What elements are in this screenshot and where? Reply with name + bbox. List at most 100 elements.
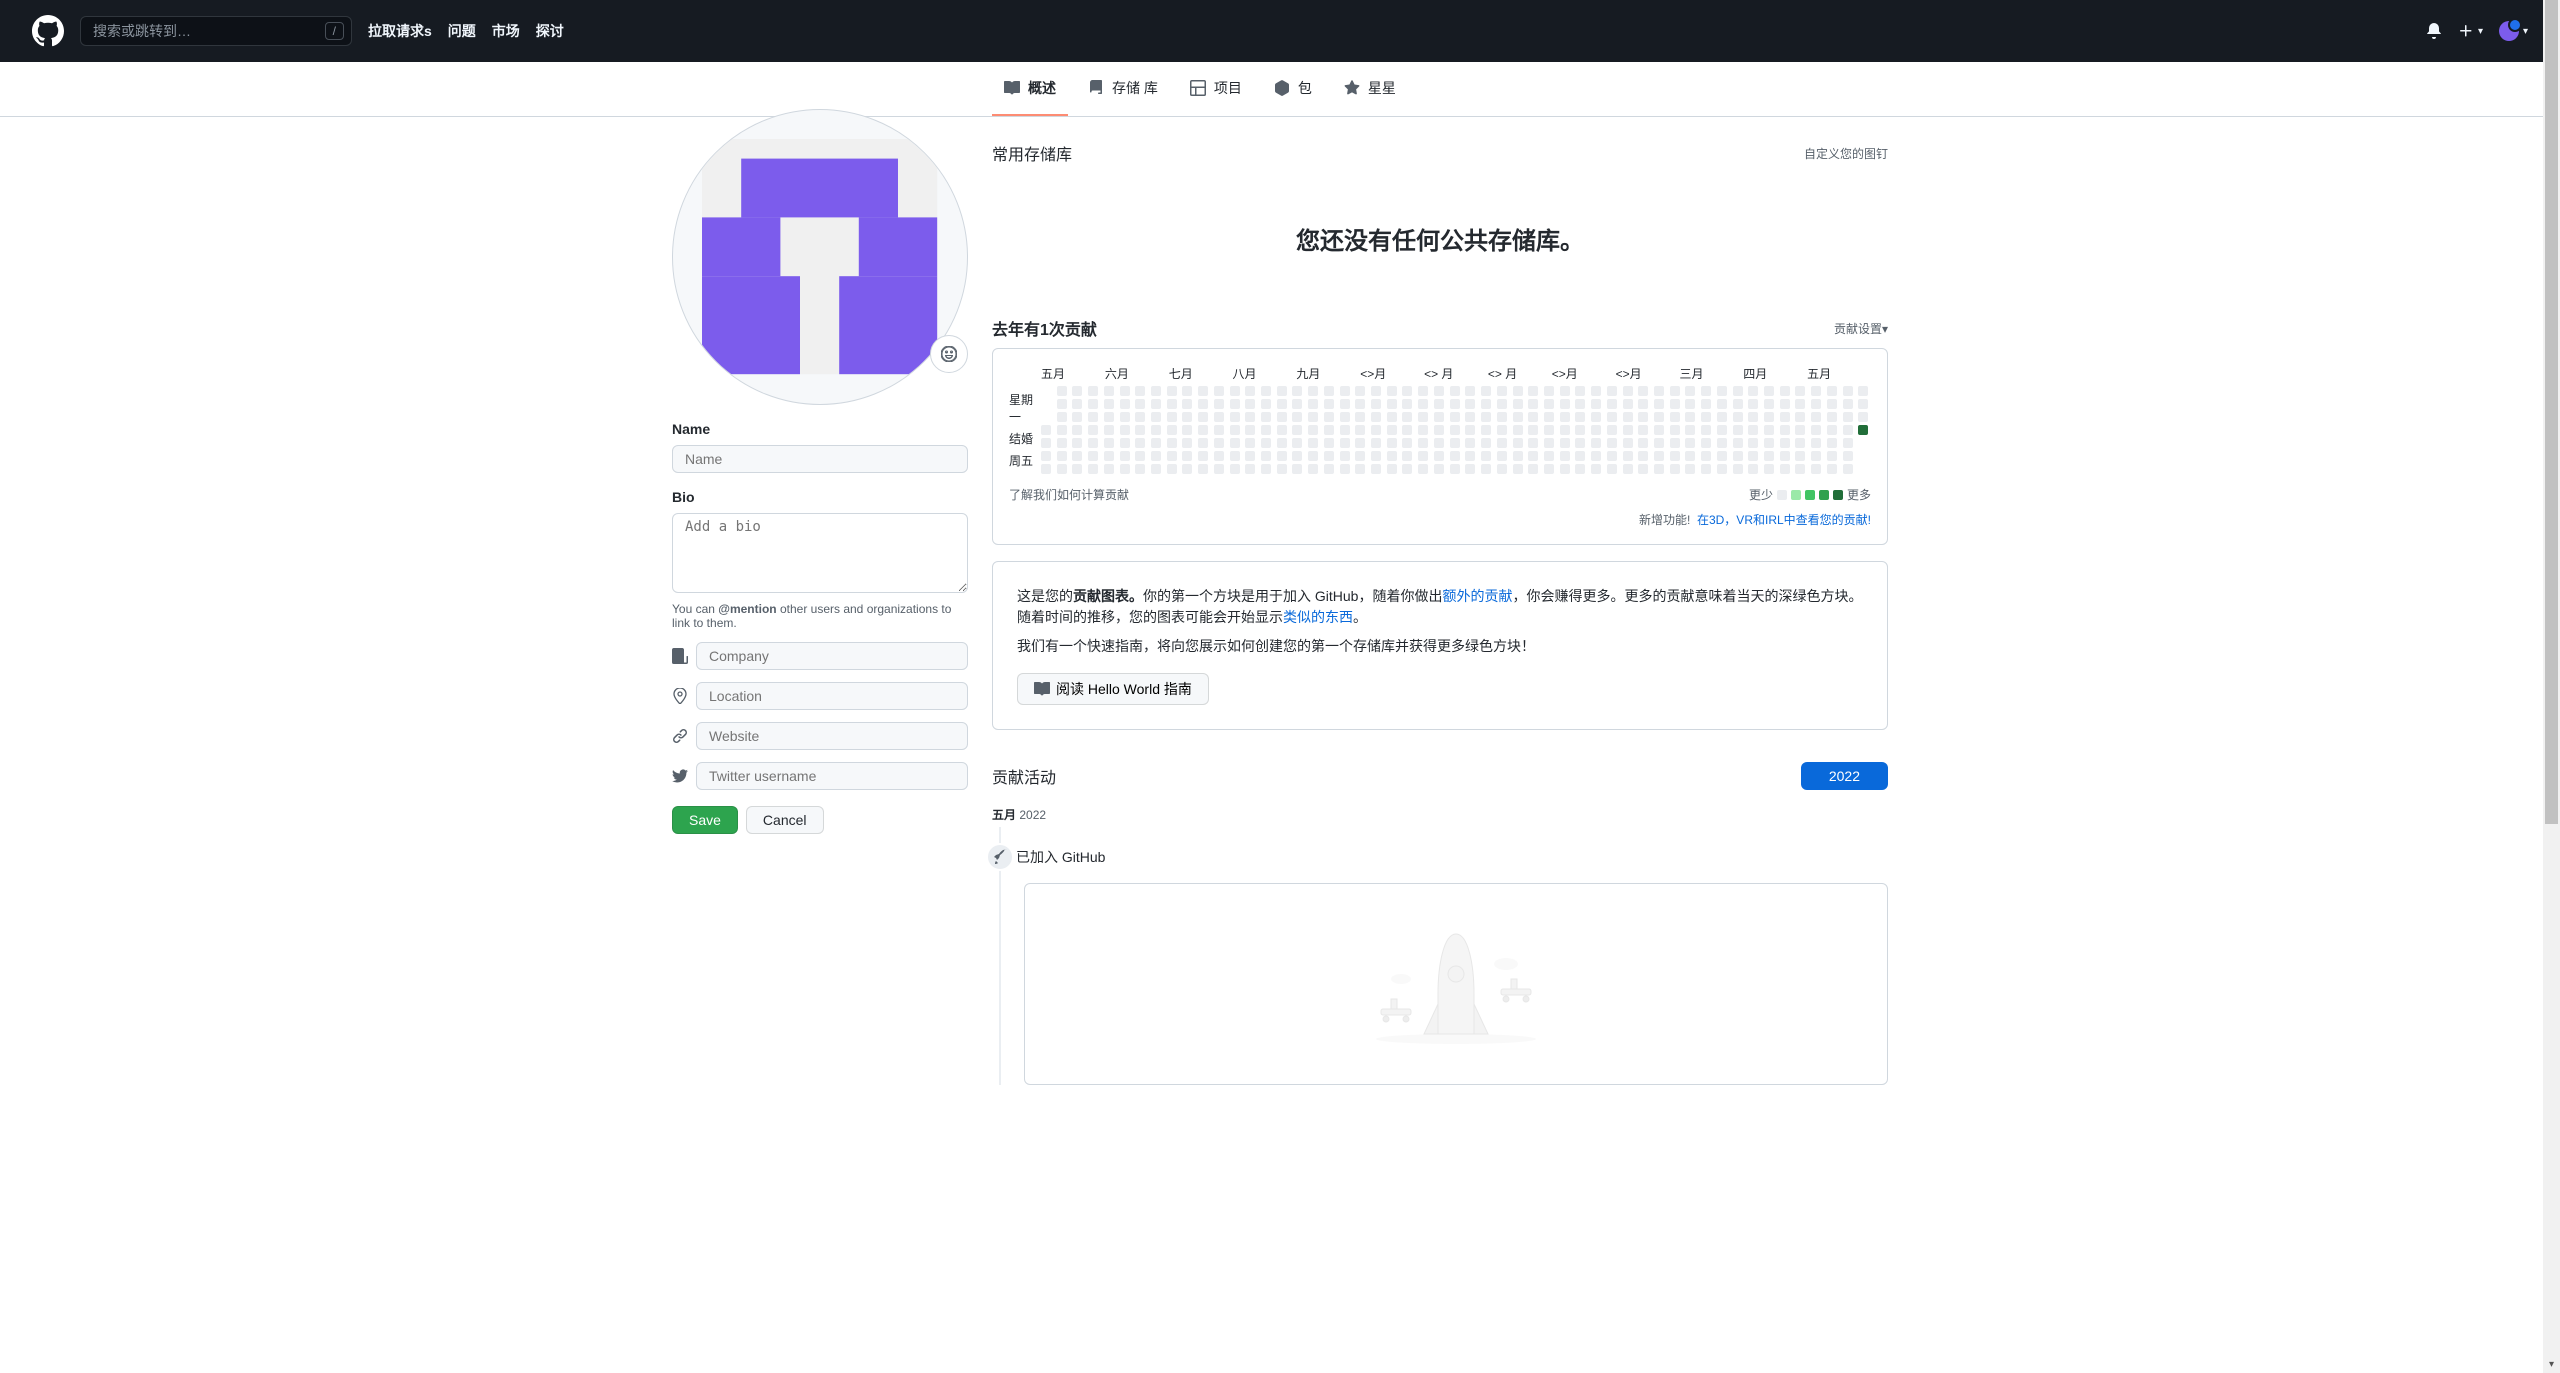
calendar-cell[interactable] (1450, 464, 1460, 474)
calendar-cell[interactable] (1544, 438, 1554, 448)
github-logo-icon[interactable] (32, 15, 64, 47)
calendar-cell[interactable] (1355, 425, 1365, 435)
calendar-cell[interactable] (1685, 425, 1695, 435)
calendar-cell[interactable] (1670, 438, 1680, 448)
calendar-cell[interactable] (1638, 386, 1648, 396)
calendar-cell[interactable] (1277, 464, 1287, 474)
calendar-cell[interactable] (1292, 399, 1302, 409)
calendar-cell[interactable] (1780, 451, 1790, 461)
calendar-cell[interactable] (1041, 451, 1051, 461)
calendar-cell[interactable] (1528, 386, 1538, 396)
calendar-cell[interactable] (1497, 438, 1507, 448)
calendar-cell[interactable] (1843, 451, 1853, 461)
calendar-cell[interactable] (1858, 438, 1868, 448)
calendar-cell[interactable] (1497, 412, 1507, 422)
calendar-cell[interactable] (1245, 451, 1255, 461)
calendar-cell[interactable] (1670, 425, 1680, 435)
calendar-cell[interactable] (1182, 399, 1192, 409)
calendar-cell[interactable] (1717, 386, 1727, 396)
calendar-cell[interactable] (1167, 464, 1177, 474)
calendar-cell[interactable] (1371, 464, 1381, 474)
calendar-cell[interactable] (1198, 451, 1208, 461)
calendar-cell[interactable] (1135, 386, 1145, 396)
calendar-cell[interactable] (1418, 451, 1428, 461)
calendar-cell[interactable] (1088, 438, 1098, 448)
tab-overview[interactable]: 概述 (992, 62, 1068, 116)
calendar-cell[interactable] (1764, 451, 1774, 461)
calendar-cell[interactable] (1685, 438, 1695, 448)
calendar-cell[interactable] (1638, 425, 1648, 435)
calendar-cell[interactable] (1057, 399, 1067, 409)
calendar-cell[interactable] (1764, 425, 1774, 435)
calendar-cell[interactable] (1120, 399, 1130, 409)
tab-projects[interactable]: 项目 (1178, 62, 1254, 116)
calendar-cell[interactable] (1245, 386, 1255, 396)
calendar-cell[interactable] (1120, 425, 1130, 435)
extra-contrib-link[interactable]: 额外的贡献 (1442, 588, 1512, 604)
calendar-cell[interactable] (1198, 464, 1208, 474)
calendar-cell[interactable] (1858, 464, 1868, 474)
calendar-cell[interactable] (1182, 425, 1192, 435)
calendar-cell[interactable] (1340, 451, 1350, 461)
calendar-cell[interactable] (1843, 412, 1853, 422)
calendar-cell[interactable] (1497, 399, 1507, 409)
calendar-cell[interactable] (1528, 425, 1538, 435)
calendar-cell[interactable] (1654, 464, 1664, 474)
calendar-cell[interactable] (1780, 399, 1790, 409)
calendar-cell[interactable] (1371, 412, 1381, 422)
calendar-cell[interactable] (1733, 412, 1743, 422)
calendar-cell[interactable] (1465, 464, 1475, 474)
skyline-link[interactable]: 在3D，VR和IRL中查看您的贡献! (1697, 513, 1871, 527)
calendar-cell[interactable] (1198, 425, 1208, 435)
calendar-cell[interactable] (1418, 412, 1428, 422)
calendar-cell[interactable] (1465, 438, 1475, 448)
set-status-button[interactable] (930, 335, 968, 373)
calendar-cell[interactable] (1402, 451, 1412, 461)
calendar-cell[interactable] (1135, 438, 1145, 448)
calendar-cell[interactable] (1088, 451, 1098, 461)
calendar-cell[interactable] (1120, 451, 1130, 461)
calendar-cell[interactable] (1450, 425, 1460, 435)
calendar-cell[interactable] (1434, 438, 1444, 448)
calendar-cell[interactable] (1355, 412, 1365, 422)
calendar-cell[interactable] (1780, 425, 1790, 435)
calendar-cell[interactable] (1135, 464, 1145, 474)
calendar-cell[interactable] (1827, 399, 1837, 409)
calendar-cell[interactable] (1670, 399, 1680, 409)
calendar-cell[interactable] (1654, 399, 1664, 409)
calendar-cell[interactable] (1261, 412, 1271, 422)
calendar-cell[interactable] (1041, 386, 1051, 396)
calendar-cell[interactable] (1717, 425, 1727, 435)
calendar-cell[interactable] (1088, 464, 1098, 474)
calendar-cell[interactable] (1638, 412, 1648, 422)
calendar-cell[interactable] (1292, 425, 1302, 435)
calendar-cell[interactable] (1591, 438, 1601, 448)
calendar-cell[interactable] (1465, 425, 1475, 435)
calendar-cell[interactable] (1811, 425, 1821, 435)
calendar-cell[interactable] (1811, 399, 1821, 409)
calendar-cell[interactable] (1230, 399, 1240, 409)
calendar-cell[interactable] (1434, 451, 1444, 461)
calendar-cell[interactable] (1481, 464, 1491, 474)
calendar-cell[interactable] (1214, 425, 1224, 435)
calendar-cell[interactable] (1057, 425, 1067, 435)
calendar-cell[interactable] (1717, 412, 1727, 422)
calendar-cell[interactable] (1292, 451, 1302, 461)
calendar-cell[interactable] (1827, 451, 1837, 461)
calendar-cell[interactable] (1497, 386, 1507, 396)
calendar-cell[interactable] (1402, 399, 1412, 409)
calendar-cell[interactable] (1638, 399, 1648, 409)
calendar-cell[interactable] (1560, 386, 1570, 396)
calendar-cell[interactable] (1340, 438, 1350, 448)
calendar-cell[interactable] (1261, 386, 1271, 396)
calendar-cell[interactable] (1497, 464, 1507, 474)
calendar-cell[interactable] (1041, 425, 1051, 435)
calendar-cell[interactable] (1057, 438, 1067, 448)
calendar-cell[interactable] (1623, 451, 1633, 461)
calendar-cell[interactable] (1795, 438, 1805, 448)
calendar-cell[interactable] (1151, 399, 1161, 409)
calendar-cell[interactable] (1434, 399, 1444, 409)
calendar-cell[interactable] (1528, 399, 1538, 409)
calendar-cell[interactable] (1230, 386, 1240, 396)
calendar-cell[interactable] (1858, 425, 1868, 435)
